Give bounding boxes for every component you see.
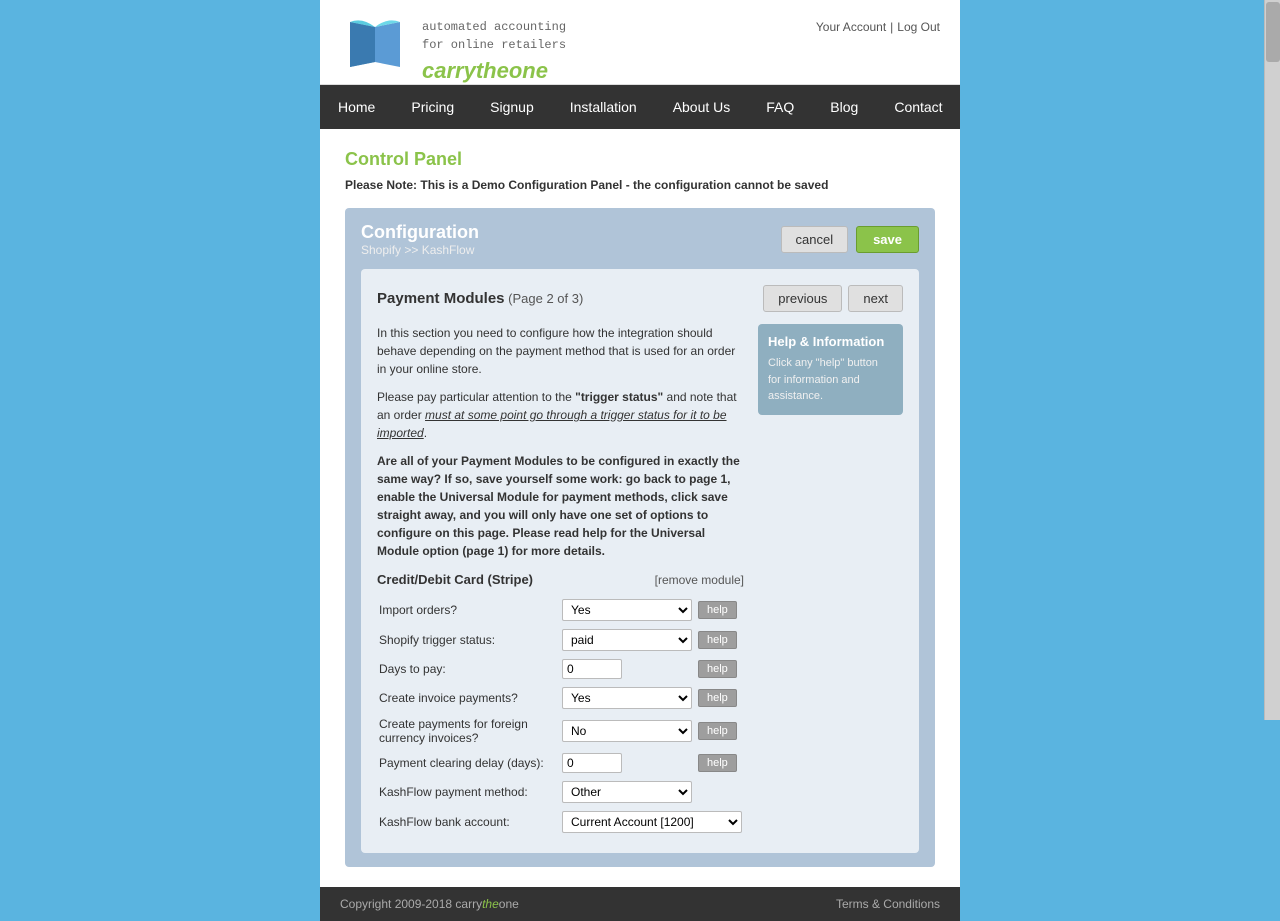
inner-content: In this section you need to configure ho… — [377, 324, 903, 837]
terms-link[interactable]: Terms & Conditions — [836, 897, 940, 911]
config-buttons: cancel save — [781, 226, 920, 253]
field-input-1[interactable]: paid pending refunded — [560, 625, 694, 655]
inner-panel-header: Payment Modules (Page 2 of 3) previous n… — [377, 285, 903, 312]
logo-icon — [340, 17, 410, 77]
field-label-1: Shopify trigger status: — [377, 625, 560, 655]
help-button-5[interactable]: help — [698, 754, 737, 772]
help-box-text: Click any "help" button for information … — [768, 355, 893, 405]
config-header: Configuration Shopify >> KashFlow cancel… — [361, 222, 919, 257]
field-input-3[interactable]: Yes No — [560, 683, 694, 713]
bank-account-select[interactable]: Current Account [1200] Savings Account [… — [562, 811, 742, 833]
field-label-0: Import orders? — [377, 595, 560, 625]
field-label-2: Days to pay: — [377, 655, 560, 683]
previous-button[interactable]: previous — [763, 285, 842, 312]
module-header: Credit/Debit Card (Stripe) [remove modul… — [377, 572, 744, 587]
separator: | — [890, 20, 893, 34]
logout-link[interactable]: Log Out — [897, 20, 940, 34]
scrollbar-thumb — [1266, 2, 1280, 62]
payment-modules-title: Payment Modules — [377, 290, 505, 307]
field-row-6: KashFlow payment method: Other Credit Ca… — [377, 777, 744, 807]
logo-text-area: automated accounting for online retailer… — [422, 10, 566, 84]
trigger-note: Please pay particular attention to the "… — [377, 388, 744, 442]
help-button-0[interactable]: help — [698, 601, 737, 619]
config-box: Configuration Shopify >> KashFlow cancel… — [345, 208, 935, 867]
nav-pricing[interactable]: Pricing — [393, 85, 472, 129]
field-row-5: Payment clearing delay (days): help — [377, 749, 744, 777]
field-row-2: Days to pay: help — [377, 655, 744, 683]
field-row-1: Shopify trigger status: paid pending ref… — [377, 625, 744, 655]
create-invoice-select[interactable]: Yes No — [562, 687, 692, 709]
save-button[interactable]: save — [856, 226, 919, 253]
demo-notice: Please Note: This is a Demo Configuratio… — [345, 178, 935, 192]
cancel-button[interactable]: cancel — [781, 226, 849, 253]
form-table: Import orders? Yes No help — [377, 595, 744, 837]
field-row-3: Create invoice payments? Yes No help — [377, 683, 744, 713]
nav-buttons: previous next — [763, 285, 903, 312]
field-label-7: KashFlow bank account: — [377, 807, 560, 837]
payment-method-select[interactable]: Other Credit Card Debit Card — [562, 781, 692, 803]
field-label-4: Create payments for foreign currency inv… — [377, 713, 560, 749]
field-input-2[interactable] — [560, 655, 694, 683]
logo-brand: carrytheone — [422, 58, 566, 84]
field-row-0: Import orders? Yes No help — [377, 595, 744, 625]
days-to-pay-input[interactable] — [562, 659, 622, 679]
foreign-currency-select[interactable]: No Yes — [562, 720, 692, 742]
config-breadcrumb: Shopify >> KashFlow — [361, 243, 479, 257]
help-button-4[interactable]: help — [698, 722, 737, 740]
page-indicator: (Page 2 of 3) — [508, 291, 583, 306]
field-row-7: KashFlow bank account: Current Account [… — [377, 807, 744, 837]
field-input-0[interactable]: Yes No — [560, 595, 694, 625]
nav-about-us[interactable]: About Us — [655, 85, 749, 129]
footer: Copyright 2009-2018 carrytheone Terms & … — [320, 887, 960, 921]
nav-home[interactable]: Home — [320, 85, 393, 129]
remove-module-link[interactable]: [remove module] — [655, 573, 744, 587]
nav-signup[interactable]: Signup — [472, 85, 552, 129]
field-input-4[interactable]: No Yes — [560, 713, 694, 749]
description-text-1: In this section you need to configure ho… — [377, 324, 744, 378]
nav-faq[interactable]: FAQ — [748, 85, 812, 129]
nav-installation[interactable]: Installation — [552, 85, 655, 129]
field-label-6: KashFlow payment method: — [377, 777, 560, 807]
field-input-5[interactable] — [560, 749, 694, 777]
footer-copyright: Copyright 2009-2018 carrytheone — [340, 897, 519, 911]
clearing-delay-input[interactable] — [562, 753, 622, 773]
content: Control Panel Please Note: This is a Dem… — [320, 129, 960, 887]
next-button[interactable]: next — [848, 285, 903, 312]
help-button-3[interactable]: help — [698, 689, 737, 707]
tagline: automated accounting for online retailer… — [422, 18, 566, 54]
help-box-title: Help & Information — [768, 334, 893, 349]
field-input-7[interactable]: Current Account [1200] Savings Account [… — [560, 807, 744, 837]
inner-sidebar: Help & Information Click any "help" butt… — [758, 324, 903, 837]
field-input-6[interactable]: Other Credit Card Debit Card — [560, 777, 694, 807]
trigger-status-select[interactable]: paid pending refunded — [562, 629, 692, 651]
header-account: Your Account | Log Out — [816, 10, 940, 34]
inner-main: In this section you need to configure ho… — [377, 324, 744, 837]
help-button-2[interactable]: help — [698, 660, 737, 678]
your-account-link[interactable]: Your Account — [816, 20, 886, 34]
nav-contact[interactable]: Contact — [876, 85, 960, 129]
nav-blog[interactable]: Blog — [812, 85, 876, 129]
field-label-5: Payment clearing delay (days): — [377, 749, 560, 777]
help-box: Help & Information Click any "help" butt… — [758, 324, 903, 415]
logo-area: automated accounting for online retailer… — [340, 10, 566, 84]
navbar: Home Pricing Signup Installation About U… — [320, 85, 960, 129]
header: automated accounting for online retailer… — [320, 0, 960, 85]
scrollbar[interactable] — [1264, 0, 1280, 720]
field-label-3: Create invoice payments? — [377, 683, 560, 713]
inner-panel: Payment Modules (Page 2 of 3) previous n… — [361, 269, 919, 853]
import-orders-select[interactable]: Yes No — [562, 599, 692, 621]
warning-text: Are all of your Payment Modules to be co… — [377, 452, 744, 560]
config-title: Configuration — [361, 222, 479, 243]
field-row-4: Create payments for foreign currency inv… — [377, 713, 744, 749]
help-button-1[interactable]: help — [698, 631, 737, 649]
module-title: Credit/Debit Card (Stripe) — [377, 572, 533, 587]
control-panel-title: Control Panel — [345, 149, 935, 170]
